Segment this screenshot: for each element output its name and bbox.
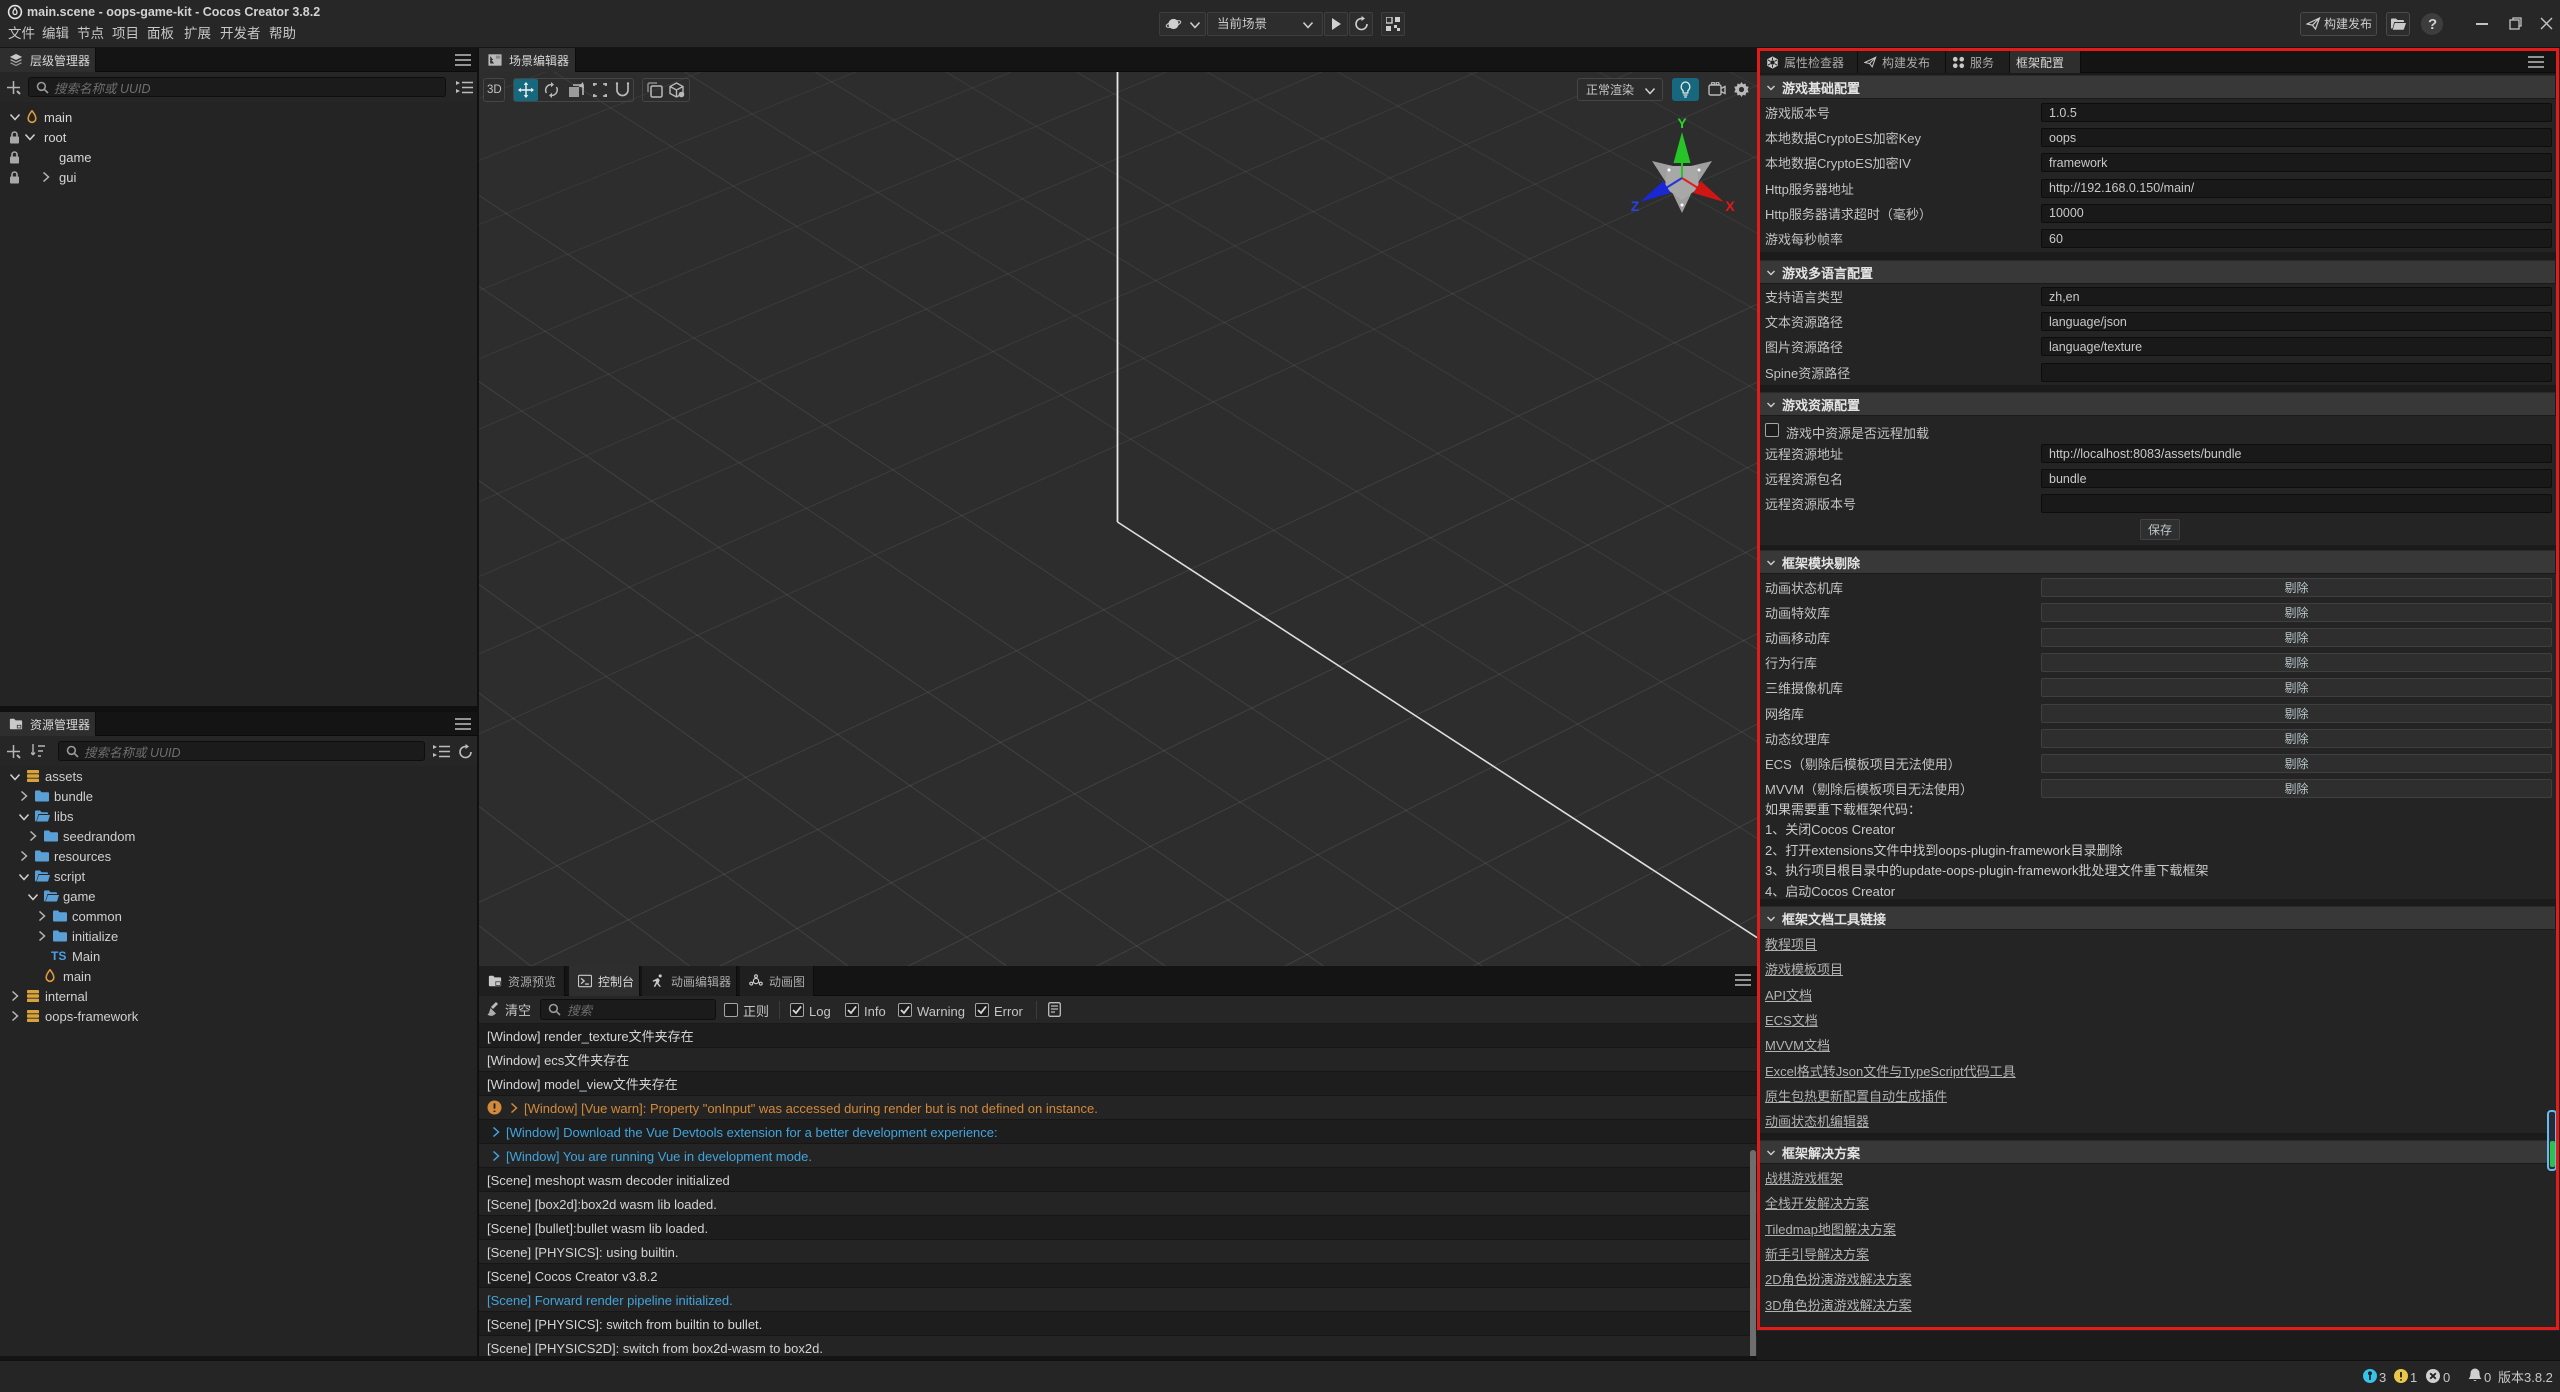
svg-text:Y: Y [1677, 115, 1687, 131]
svg-text:X: X [1725, 198, 1735, 214]
svg-text:Z: Z [1631, 198, 1640, 214]
